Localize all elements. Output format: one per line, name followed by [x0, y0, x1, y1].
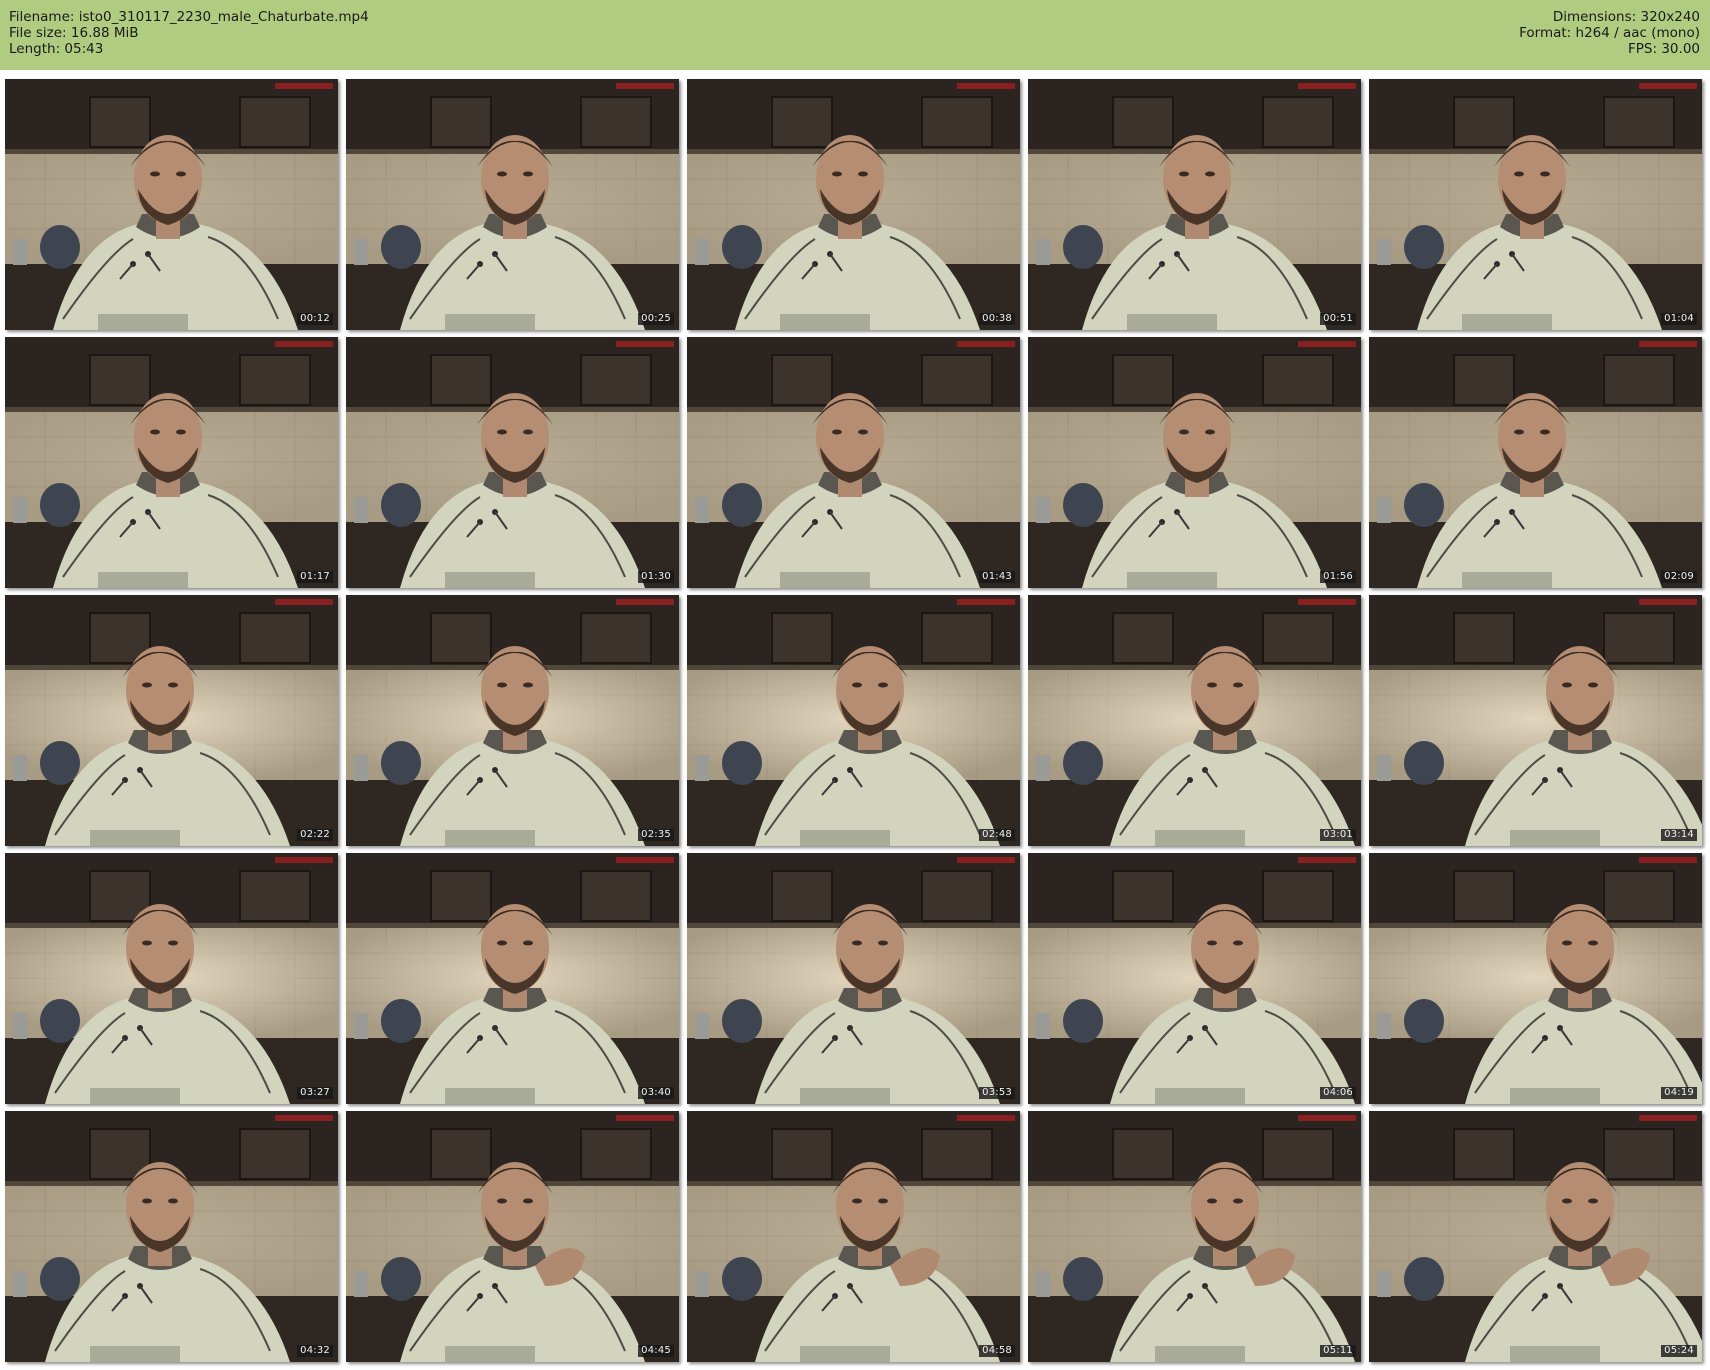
- fps-text: FPS: 30.00: [1628, 41, 1700, 57]
- frame-timestamp: 04:58: [979, 1345, 1015, 1357]
- video-thumbnail: 02:09: [1369, 337, 1702, 588]
- frame-image: [346, 853, 679, 1104]
- length-text: Length: 05:43: [9, 41, 104, 57]
- video-thumbnail: 00:38: [687, 79, 1020, 330]
- frame-timestamp: 01:56: [1320, 571, 1356, 583]
- frame-image: [1028, 337, 1361, 588]
- frame-image: [5, 1111, 338, 1362]
- frame-timestamp: 04:45: [638, 1345, 674, 1357]
- frame-image: [1369, 337, 1702, 588]
- video-thumbnail: 05:11: [1028, 1111, 1361, 1362]
- video-thumbnail: 02:48: [687, 595, 1020, 846]
- frame-image: [1028, 79, 1361, 330]
- video-thumbnail: 02:35: [346, 595, 679, 846]
- frame-timestamp: 03:27: [297, 1087, 333, 1099]
- frame-image: [346, 595, 679, 846]
- frame-timestamp: 02:09: [1661, 571, 1697, 583]
- video-thumbnail: 01:43: [687, 337, 1020, 588]
- frame-timestamp: 01:17: [297, 571, 333, 583]
- frame-image: [687, 79, 1020, 330]
- frame-timestamp: 04:06: [1320, 1087, 1356, 1099]
- file-info: Filename: isto0_310117_2230_male_Chaturb…: [9, 9, 369, 57]
- video-thumbnail: 00:25: [346, 79, 679, 330]
- frame-timestamp: 05:11: [1320, 1345, 1356, 1357]
- frame-timestamp: 01:43: [979, 571, 1015, 583]
- frame-image: [1028, 595, 1361, 846]
- frame-image: [687, 337, 1020, 588]
- frame-timestamp: 01:30: [638, 571, 674, 583]
- frame-timestamp: 03:53: [979, 1087, 1015, 1099]
- thumbnail-grid: 00:12 00:25 00:38 00:51 01:04 01:17 01:3…: [5, 79, 1702, 1362]
- frame-image: [346, 79, 679, 330]
- video-thumbnail: 03:01: [1028, 595, 1361, 846]
- video-thumbnail: 00:12: [5, 79, 338, 330]
- frame-timestamp: 02:48: [979, 829, 1015, 841]
- video-thumbnail: 01:56: [1028, 337, 1361, 588]
- frame-image: [687, 595, 1020, 846]
- video-thumbnail: 03:14: [1369, 595, 1702, 846]
- frame-timestamp: 04:32: [297, 1345, 333, 1357]
- filename-text: Filename: isto0_310117_2230_male_Chaturb…: [9, 9, 369, 25]
- frame-image: [1369, 853, 1702, 1104]
- frame-image: [346, 337, 679, 588]
- frame-timestamp: 02:35: [638, 829, 674, 841]
- media-info: Dimensions: 320x240 Format: h264 / aac (…: [1519, 9, 1700, 57]
- format-text: Format: h264 / aac (mono): [1519, 25, 1700, 41]
- frame-timestamp: 02:22: [297, 829, 333, 841]
- frame-image: [346, 1111, 679, 1362]
- frame-timestamp: 03:14: [1661, 829, 1697, 841]
- frame-image: [5, 79, 338, 330]
- frame-image: [1028, 1111, 1361, 1362]
- dimensions-text: Dimensions: 320x240: [1552, 9, 1700, 25]
- video-thumbnail: 04:45: [346, 1111, 679, 1362]
- video-thumbnail: 01:17: [5, 337, 338, 588]
- video-thumbnail: 03:40: [346, 853, 679, 1104]
- frame-image: [5, 595, 338, 846]
- contact-sheet-header: Filename: isto0_310117_2230_male_Chaturb…: [0, 0, 1710, 70]
- frame-image: [1369, 595, 1702, 846]
- video-thumbnail: 05:24: [1369, 1111, 1702, 1362]
- video-thumbnail: 04:32: [5, 1111, 338, 1362]
- video-thumbnail: 01:30: [346, 337, 679, 588]
- frame-image: [1028, 853, 1361, 1104]
- frame-timestamp: 00:12: [297, 313, 333, 325]
- file-size-text: File size: 16.88 MiB: [9, 25, 139, 41]
- frame-image: [1369, 1111, 1702, 1362]
- video-thumbnail: 02:22: [5, 595, 338, 846]
- frame-timestamp: 03:01: [1320, 829, 1356, 841]
- video-thumbnail: 00:51: [1028, 79, 1361, 330]
- frame-timestamp: 00:51: [1320, 313, 1356, 325]
- frame-image: [5, 853, 338, 1104]
- frame-timestamp: 03:40: [638, 1087, 674, 1099]
- video-thumbnail: 03:53: [687, 853, 1020, 1104]
- frame-timestamp: 00:25: [638, 313, 674, 325]
- frame-image: [1369, 79, 1702, 330]
- frame-image: [5, 337, 338, 588]
- frame-timestamp: 05:24: [1661, 1345, 1697, 1357]
- video-thumbnail: 04:58: [687, 1111, 1020, 1362]
- frame-timestamp: 00:38: [979, 313, 1015, 325]
- video-thumbnail: 04:06: [1028, 853, 1361, 1104]
- frame-image: [687, 1111, 1020, 1362]
- frame-timestamp: 04:19: [1661, 1087, 1697, 1099]
- frame-image: [687, 853, 1020, 1104]
- video-thumbnail: 04:19: [1369, 853, 1702, 1104]
- frame-timestamp: 01:04: [1661, 313, 1697, 325]
- video-thumbnail: 03:27: [5, 853, 338, 1104]
- video-thumbnail: 01:04: [1369, 79, 1702, 330]
